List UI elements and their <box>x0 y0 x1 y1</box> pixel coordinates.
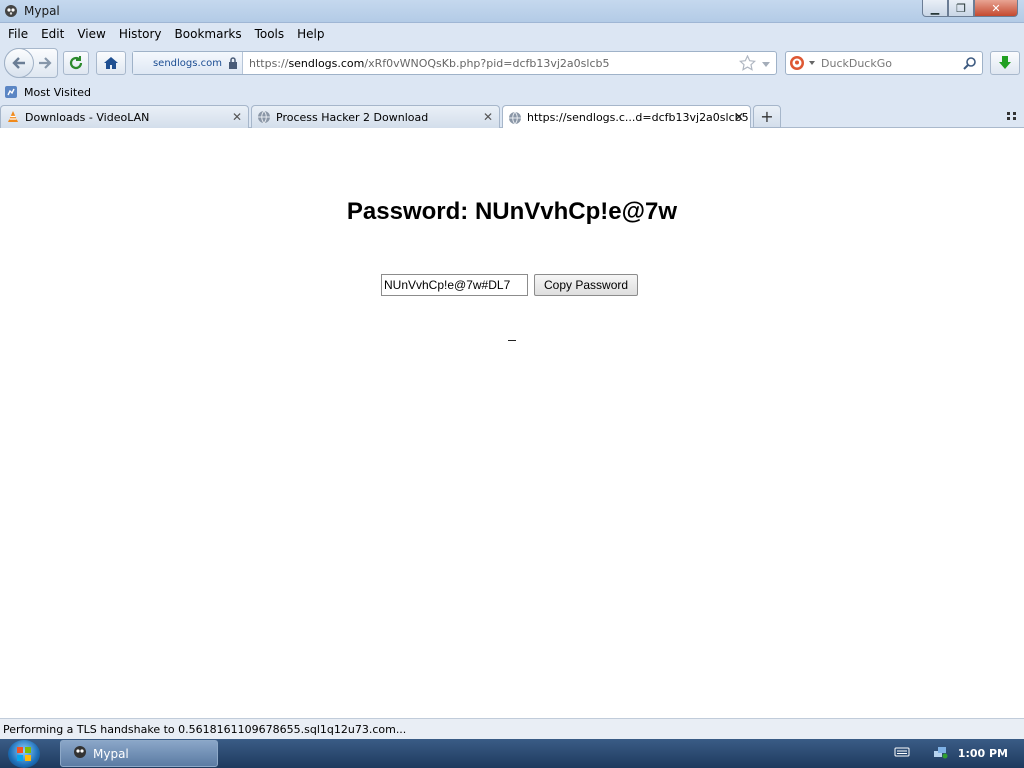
url-domain: sendlogs.com <box>288 56 365 70</box>
taskbar-mypal[interactable]: Mypal <box>60 740 218 767</box>
duckduckgo-icon <box>790 56 804 70</box>
page-content: Password: NUnVvhCp!e@7w Copy Password <box>0 128 1024 718</box>
new-tab-button[interactable]: + <box>753 105 781 128</box>
windows-taskbar: Mypal 1:00 PM <box>0 739 1024 768</box>
keyboard-icon[interactable] <box>894 746 910 761</box>
status-text: Performing a TLS handshake to 0.56181611… <box>3 722 407 736</box>
menu-help[interactable]: Help <box>292 27 329 41</box>
password-heading: Password: NUnVvhCp!e@7w <box>346 198 678 225</box>
close-tab-icon[interactable]: ✕ <box>734 110 744 124</box>
tab-sendlogs-active[interactable]: https://sendlogs.c...d=dcfb13vj2a0slcb5 … <box>502 105 751 129</box>
tab-list-icon[interactable] <box>1006 110 1018 125</box>
password-row: Copy Password <box>381 274 639 296</box>
address-bar[interactable]: sendlogs.com https://sendlogs.com/xRf0vW… <box>132 51 777 75</box>
back-button[interactable] <box>4 48 34 78</box>
close-tab-icon[interactable]: ✕ <box>483 110 493 124</box>
download-arrow-icon <box>999 56 1011 69</box>
search-engine-selector[interactable] <box>786 55 818 71</box>
search-icon <box>963 57 976 70</box>
start-button[interactable] <box>8 739 40 768</box>
search-input[interactable]: DuckDuckGo <box>818 57 892 70</box>
close-tab-icon[interactable]: ✕ <box>232 110 242 124</box>
close-window-button[interactable]: ✕ <box>974 0 1018 17</box>
back-forward-group <box>4 48 58 78</box>
copy-password-button[interactable]: Copy Password <box>534 274 639 296</box>
window-controls: ▁ ❐ ✕ <box>922 0 1018 17</box>
menu-history[interactable]: History <box>114 27 167 41</box>
globe-icon <box>507 110 523 126</box>
tab-downloads-videolan[interactable]: Downloads - VideoLAN ✕ <box>0 105 249 128</box>
search-bar[interactable]: DuckDuckGo <box>785 51 983 75</box>
title-bar[interactable]: Mypal ▁ ❐ ✕ <box>0 0 1024 23</box>
url-dropdown-icon[interactable] <box>760 59 772 69</box>
site-identity-button[interactable]: sendlogs.com <box>133 52 243 74</box>
url-path: /xRf0vWNOQsKb.php?pid=dcfb13vj2a0slcb5 <box>364 56 610 70</box>
site-identity-label: sendlogs.com <box>152 57 222 69</box>
taskbar-label: Mypal <box>93 746 129 761</box>
menu-edit[interactable]: Edit <box>36 27 69 41</box>
mypal-logo-icon <box>3 3 19 19</box>
status-bar: Performing a TLS handshake to 0.56181611… <box>0 718 1024 739</box>
bookmark-most-visited[interactable]: Most Visited <box>24 86 91 99</box>
tab-label: https://sendlogs.c...d=dcfb13vj2a0slcb5 <box>527 111 749 124</box>
reload-icon <box>69 56 83 70</box>
mypal-taskbar-icon <box>73 745 87 762</box>
tab-process-hacker[interactable]: Process Hacker 2 Download ✕ <box>251 105 500 128</box>
url-bar-icons <box>739 55 772 72</box>
most-visited-icon <box>4 85 18 99</box>
password-field[interactable] <box>381 274 528 296</box>
minimize-button[interactable]: ▁ <box>922 0 948 17</box>
reload-button[interactable] <box>63 51 89 75</box>
tab-label: Process Hacker 2 Download <box>276 110 429 124</box>
menu-bookmarks[interactable]: Bookmarks <box>170 27 247 41</box>
window-title: Mypal <box>24 4 60 18</box>
search-button[interactable] <box>963 56 977 73</box>
tab-label: Downloads - VideoLAN <box>25 110 150 124</box>
network-icon[interactable] <box>932 745 948 762</box>
clock[interactable]: 1:00 PM <box>958 747 1008 760</box>
dropdown-arrow-icon <box>809 61 815 65</box>
forward-button[interactable] <box>37 54 53 75</box>
home-button[interactable] <box>96 51 126 75</box>
restore-button[interactable]: ❐ <box>948 0 974 17</box>
menu-file[interactable]: File <box>3 27 33 41</box>
forward-arrow-icon <box>39 57 52 69</box>
system-tray: 1:00 PM <box>894 739 1024 768</box>
navigation-toolbar: sendlogs.com https://sendlogs.com/xRf0vW… <box>0 45 1024 81</box>
globe-icon <box>256 109 272 125</box>
menu-view[interactable]: View <box>72 27 110 41</box>
url-scheme: https:// <box>249 56 289 70</box>
vlc-cone-icon <box>5 109 21 125</box>
underscore-link[interactable] <box>508 340 516 341</box>
bookmarks-toolbar: Most Visited <box>0 81 1024 103</box>
back-arrow-icon <box>12 57 25 69</box>
tab-strip: Downloads - VideoLAN ✕ Process Hacker 2 … <box>0 103 1024 129</box>
bookmark-star-icon[interactable] <box>739 55 756 72</box>
downloads-button[interactable] <box>990 51 1020 75</box>
menu-tools[interactable]: Tools <box>250 27 290 41</box>
home-icon <box>104 57 118 69</box>
url-text: https://sendlogs.com/xRf0vWNOQsKb.php?pi… <box>243 57 610 70</box>
menu-bar: File Edit View History Bookmarks Tools H… <box>0 23 1024 45</box>
windows-logo-icon <box>17 746 31 761</box>
lock-icon <box>229 57 237 69</box>
